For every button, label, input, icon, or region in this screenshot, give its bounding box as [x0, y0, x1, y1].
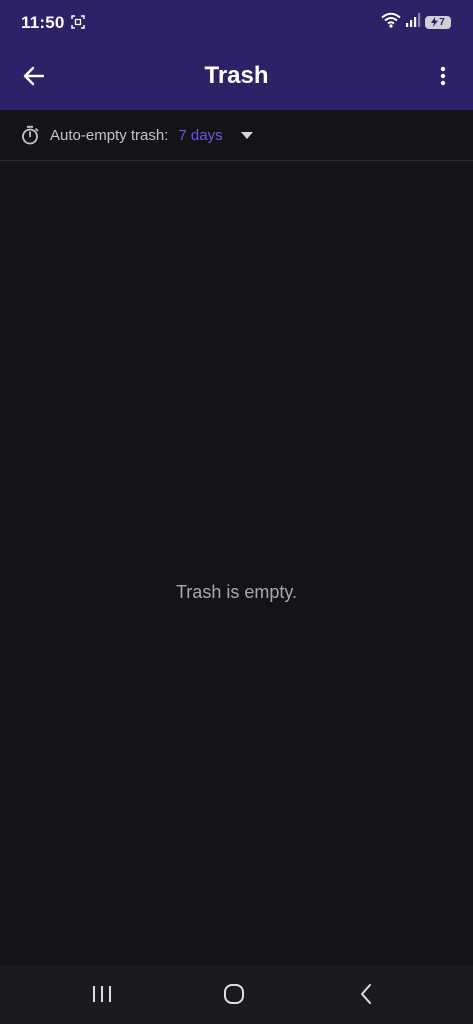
trash-screen: 11:50 7 Trash Auto-empty trash: 7 days T… — [0, 0, 473, 1024]
screenshot-icon — [70, 14, 86, 30]
status-time: 11:50 — [21, 13, 65, 32]
recent-apps-button[interactable] — [82, 980, 122, 1012]
page-title: Trash — [204, 62, 269, 89]
status-bar: 11:50 7 — [0, 0, 473, 44]
dropdown-arrow-icon — [240, 130, 255, 140]
signal-icon — [405, 12, 421, 33]
home-button[interactable] — [214, 980, 254, 1012]
app-bar: Trash — [0, 44, 473, 110]
back-icon — [359, 983, 373, 1010]
auto-empty-setting: Auto-empty trash: 7 days — [0, 110, 473, 161]
home-icon — [223, 983, 245, 1010]
recent-apps-icon — [91, 984, 113, 1009]
status-icons: 7 — [381, 12, 451, 33]
wifi-icon — [381, 12, 401, 33]
battery-icon: 7 — [425, 15, 451, 29]
more-options-button[interactable] — [427, 60, 459, 96]
nav-back-button[interactable] — [346, 980, 386, 1012]
empty-state-message: Trash is empty. — [175, 582, 298, 602]
timer-icon — [20, 125, 40, 145]
auto-empty-value: 7 days — [178, 126, 223, 144]
battery-level: 7 — [439, 16, 445, 28]
system-nav-bar — [0, 966, 473, 1024]
auto-empty-dropdown[interactable]: 7 days — [178, 127, 254, 144]
more-vert-icon — [440, 66, 446, 91]
auto-empty-label: Auto-empty trash: — [50, 126, 169, 144]
